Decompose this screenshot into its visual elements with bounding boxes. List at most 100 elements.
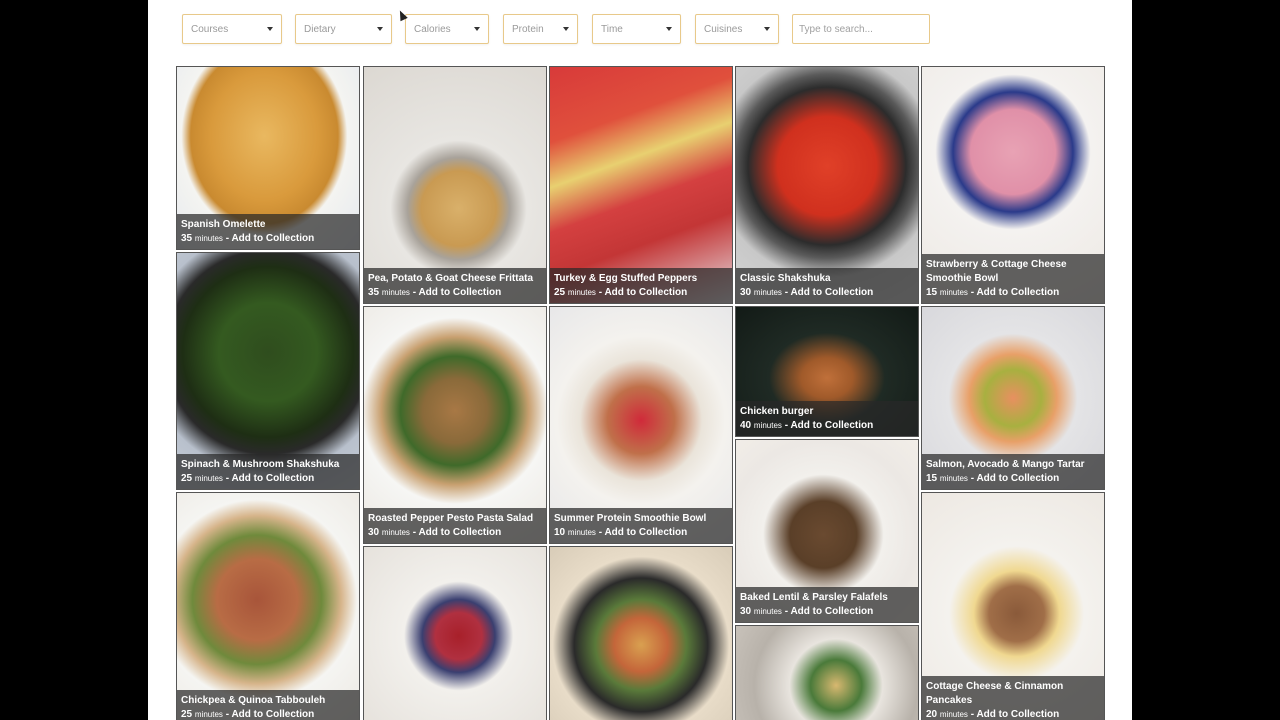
recipe-card[interactable]: Spanish Omelette 35 minutes - Add to Col… xyxy=(176,66,360,250)
minutes-unit: minutes xyxy=(194,710,223,719)
dietary-select[interactable]: Dietary xyxy=(295,14,392,44)
recipe-meta: 10 minutes - Add to Collection xyxy=(554,526,728,540)
cuisines-select[interactable]: Cuisines xyxy=(695,14,779,44)
time-select[interactable]: Time xyxy=(592,14,681,44)
minutes-unit: minutes xyxy=(753,607,782,616)
recipe-minutes: 35 xyxy=(181,233,193,244)
recipe-meta: 35 minutes - Add to Collection xyxy=(181,232,355,246)
recipe-card[interactable]: Summer Protein Smoothie Bowl 10 minutes … xyxy=(549,306,733,544)
recipe-minutes: 30 xyxy=(368,527,380,538)
recipe-caption: Classic Shakshuka 30 minutes - Add to Co… xyxy=(736,268,918,303)
recipe-meta: 25 minutes - Add to Collection xyxy=(554,286,728,300)
recipe-card[interactable]: Turkey & Egg Stuffed Peppers 25 minutes … xyxy=(549,66,733,304)
recipe-caption: Cottage Cheese & Cinnamon Pancakes 20 mi… xyxy=(922,676,1104,720)
add-to-collection-link[interactable]: Add to Collection xyxy=(976,287,1059,298)
add-to-collection-link[interactable]: Add to Collection xyxy=(976,709,1059,720)
recipe-meta: 40 minutes - Add to Collection xyxy=(740,419,914,433)
recipe-meta: 35 minutes - Add to Collection xyxy=(368,286,542,300)
recipe-meta: 30 minutes - Add to Collection xyxy=(740,605,914,619)
minutes-unit: minutes xyxy=(381,528,410,537)
recipe-title: Salmon, Avocado & Mango Tartar xyxy=(926,459,1085,470)
minutes-unit: minutes xyxy=(753,421,782,430)
recipe-card[interactable] xyxy=(735,625,919,720)
recipe-title: Spanish Omelette xyxy=(181,219,266,230)
recipe-meta: 15 minutes - Add to Collection xyxy=(926,472,1100,486)
minutes-unit: minutes xyxy=(194,234,223,243)
add-to-collection-link[interactable]: Add to Collection xyxy=(790,420,873,431)
recipe-title: Chickpea & Quinoa Tabbouleh xyxy=(181,695,326,706)
recipe-card[interactable]: Pea, Potato & Goat Cheese Frittata 35 mi… xyxy=(363,66,547,304)
recipe-card[interactable]: Chicken burger 40 minutes - Add to Colle… xyxy=(735,306,919,437)
recipe-card[interactable]: Cottage Cheese & Cinnamon Pancakes 20 mi… xyxy=(921,492,1105,720)
recipe-title: Baked Lentil & Parsley Falafels xyxy=(740,592,888,603)
recipe-caption: Spanish Omelette 35 minutes - Add to Col… xyxy=(177,214,359,249)
add-to-collection-link[interactable]: Add to Collection xyxy=(790,606,873,617)
recipe-caption: Chicken burger 40 minutes - Add to Colle… xyxy=(736,401,918,436)
recipe-card[interactable]: Roasted Pepper Pesto Pasta Salad 30 minu… xyxy=(363,306,547,544)
recipe-title: Pea, Potato & Goat Cheese Frittata xyxy=(368,273,534,284)
recipe-card[interactable]: Chickpea & Quinoa Tabbouleh 25 minutes -… xyxy=(176,492,360,720)
add-to-collection-link[interactable]: Add to Collection xyxy=(231,709,314,720)
recipe-card[interactable]: Baked Lentil & Parsley Falafels 30 minut… xyxy=(735,439,919,623)
recipe-image xyxy=(736,626,918,720)
recipe-caption: Baked Lentil & Parsley Falafels 30 minut… xyxy=(736,587,918,622)
recipe-minutes: 15 xyxy=(926,473,938,484)
recipe-card[interactable]: Strawberry & Cottage Cheese Smoothie Bow… xyxy=(921,66,1105,304)
calories-select[interactable]: Calories xyxy=(405,14,489,44)
recipe-card[interactable] xyxy=(549,546,733,720)
recipe-title: Roasted Pepper Pesto Pasta Salad xyxy=(368,513,534,524)
add-to-collection-link[interactable]: Add to Collection xyxy=(790,287,873,298)
add-to-collection-link[interactable]: Add to Collection xyxy=(604,287,687,298)
add-to-collection-link[interactable]: Add to Collection xyxy=(976,473,1059,484)
add-to-collection-link[interactable]: Add to Collection xyxy=(231,473,314,484)
recipe-meta: 25 minutes - Add to Collection xyxy=(181,708,355,720)
courses-select-label: Courses xyxy=(191,23,229,35)
chevron-down-icon xyxy=(377,27,383,31)
recipe-meta: 20 minutes - Add to Collection xyxy=(926,708,1100,720)
recipe-caption: Summer Protein Smoothie Bowl 10 minutes … xyxy=(550,508,732,543)
chevron-down-icon xyxy=(267,27,273,31)
recipe-caption: Chickpea & Quinoa Tabbouleh 25 minutes -… xyxy=(177,690,359,720)
search-input[interactable] xyxy=(792,14,930,44)
recipe-card[interactable]: Classic Shakshuka 30 minutes - Add to Co… xyxy=(735,66,919,304)
recipe-caption: Roasted Pepper Pesto Pasta Salad 30 minu… xyxy=(364,508,546,543)
recipe-title: Strawberry & Cottage Cheese Smoothie Bow… xyxy=(926,259,1067,284)
recipe-minutes: 15 xyxy=(926,287,938,298)
recipe-minutes: 10 xyxy=(554,527,566,538)
recipe-title: Spinach & Mushroom Shakshuka xyxy=(181,459,340,470)
protein-select[interactable]: Protein xyxy=(503,14,578,44)
recipe-minutes: 25 xyxy=(554,287,566,298)
courses-select[interactable]: Courses xyxy=(182,14,282,44)
add-to-collection-link[interactable]: Add to Collection xyxy=(604,527,687,538)
recipe-minutes: 20 xyxy=(926,709,938,720)
minutes-unit: minutes xyxy=(567,288,596,297)
recipe-card[interactable]: Spinach & Mushroom Shakshuka 25 minutes … xyxy=(176,252,360,490)
dietary-select-label: Dietary xyxy=(304,23,336,35)
recipe-card[interactable] xyxy=(363,546,547,720)
recipe-minutes: 30 xyxy=(740,287,752,298)
add-to-collection-link[interactable]: Add to Collection xyxy=(418,527,501,538)
recipe-caption: Strawberry & Cottage Cheese Smoothie Bow… xyxy=(922,254,1104,303)
time-select-label: Time xyxy=(601,23,623,35)
recipe-title: Summer Protein Smoothie Bowl xyxy=(554,513,707,524)
recipe-caption: Turkey & Egg Stuffed Peppers 25 minutes … xyxy=(550,268,732,303)
minutes-unit: minutes xyxy=(939,710,968,719)
recipe-card[interactable]: Salmon, Avocado & Mango Tartar 15 minute… xyxy=(921,306,1105,490)
chevron-down-icon xyxy=(666,27,672,31)
recipe-minutes: 40 xyxy=(740,420,752,431)
recipe-image xyxy=(177,493,359,720)
recipe-minutes: 30 xyxy=(740,606,752,617)
minutes-unit: minutes xyxy=(753,288,782,297)
minutes-unit: minutes xyxy=(567,528,596,537)
chevron-down-icon xyxy=(474,27,480,31)
add-to-collection-link[interactable]: Add to Collection xyxy=(418,287,501,298)
calories-select-label: Calories xyxy=(414,23,451,35)
recipe-meta: 25 minutes - Add to Collection xyxy=(181,472,355,486)
add-to-collection-link[interactable]: Add to Collection xyxy=(231,233,314,244)
protein-select-label: Protein xyxy=(512,23,544,35)
recipe-caption: Salmon, Avocado & Mango Tartar 15 minute… xyxy=(922,454,1104,489)
minutes-unit: minutes xyxy=(194,474,223,483)
minutes-unit: minutes xyxy=(939,288,968,297)
recipe-minutes: 25 xyxy=(181,473,193,484)
recipe-title: Classic Shakshuka xyxy=(740,273,831,284)
